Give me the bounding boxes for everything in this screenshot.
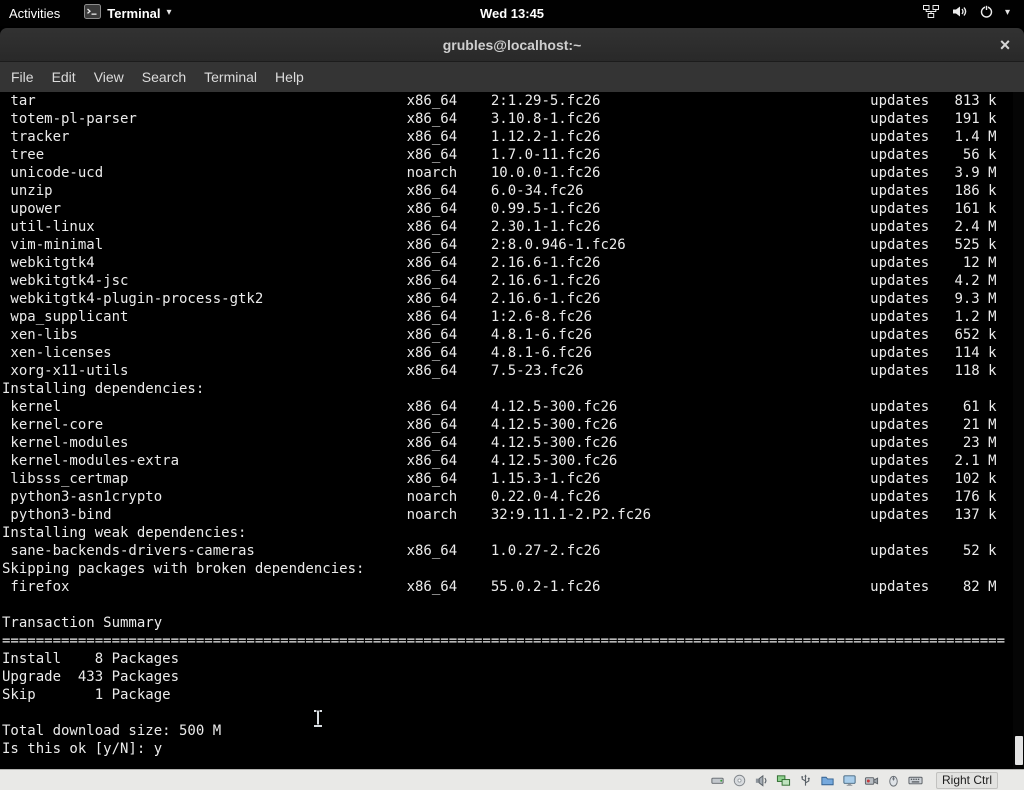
scrollbar[interactable]	[1013, 92, 1024, 769]
virtualbox-status-bar: Right Ctrl	[0, 769, 1024, 790]
menu-item-view[interactable]: View	[85, 64, 133, 90]
terminal-app-icon	[84, 4, 102, 22]
terminal-menubar: File Edit View Search Terminal Help	[0, 62, 1024, 92]
scrollbar-thumb[interactable]	[1015, 736, 1023, 765]
menu-item-file[interactable]: File	[2, 64, 43, 90]
mouse-integration-icon[interactable]	[886, 772, 902, 788]
system-menu-button[interactable]: ▾	[908, 0, 1024, 26]
app-menu-label: Terminal	[107, 5, 161, 21]
menu-item-help[interactable]: Help	[266, 64, 313, 90]
keyboard-icon[interactable]	[908, 772, 924, 788]
terminal-viewport[interactable]: tar x86_64 2:1.29-5.fc26 updates 813 k t…	[0, 92, 1024, 769]
network-adapter-icon[interactable]	[776, 772, 792, 788]
hdd-icon[interactable]	[710, 772, 726, 788]
activities-button[interactable]: Activities	[0, 0, 72, 26]
display-icon[interactable]	[842, 772, 858, 788]
chevron-down-icon: ▾	[166, 7, 172, 18]
close-icon[interactable]: ×	[993, 33, 1017, 57]
shared-folders-icon[interactable]	[820, 772, 836, 788]
volume-icon	[951, 4, 968, 22]
window-title: grubles@localhost:~	[442, 36, 582, 53]
terminal-output[interactable]: tar x86_64 2:1.29-5.fc26 updates 813 k t…	[0, 92, 1024, 758]
app-menu-button[interactable]: Terminal ▾	[72, 0, 183, 26]
power-icon	[979, 4, 994, 22]
menu-item-terminal[interactable]: Terminal	[195, 64, 266, 90]
menu-item-search[interactable]: Search	[133, 64, 195, 90]
audio-icon[interactable]	[754, 772, 770, 788]
chevron-down-icon: ▾	[1004, 7, 1010, 18]
window-titlebar[interactable]: grubles@localhost:~ ×	[0, 28, 1024, 62]
video-capture-icon[interactable]	[864, 772, 880, 788]
virtualbox-guest-screen: Activities Terminal ▾ Wed 13:45 ▾ gruble…	[0, 0, 1024, 790]
host-key-indicator: Right Ctrl	[935, 771, 998, 789]
mouse-cursor-ibeam	[313, 710, 323, 727]
gnome-top-bar: Activities Terminal ▾ Wed 13:45 ▾	[0, 0, 1024, 26]
menu-item-edit[interactable]: Edit	[43, 64, 85, 90]
network-icon	[922, 4, 940, 22]
optical-disc-icon[interactable]	[732, 772, 748, 788]
usb-icon[interactable]	[798, 772, 814, 788]
clock[interactable]: Wed 13:45	[480, 6, 544, 21]
